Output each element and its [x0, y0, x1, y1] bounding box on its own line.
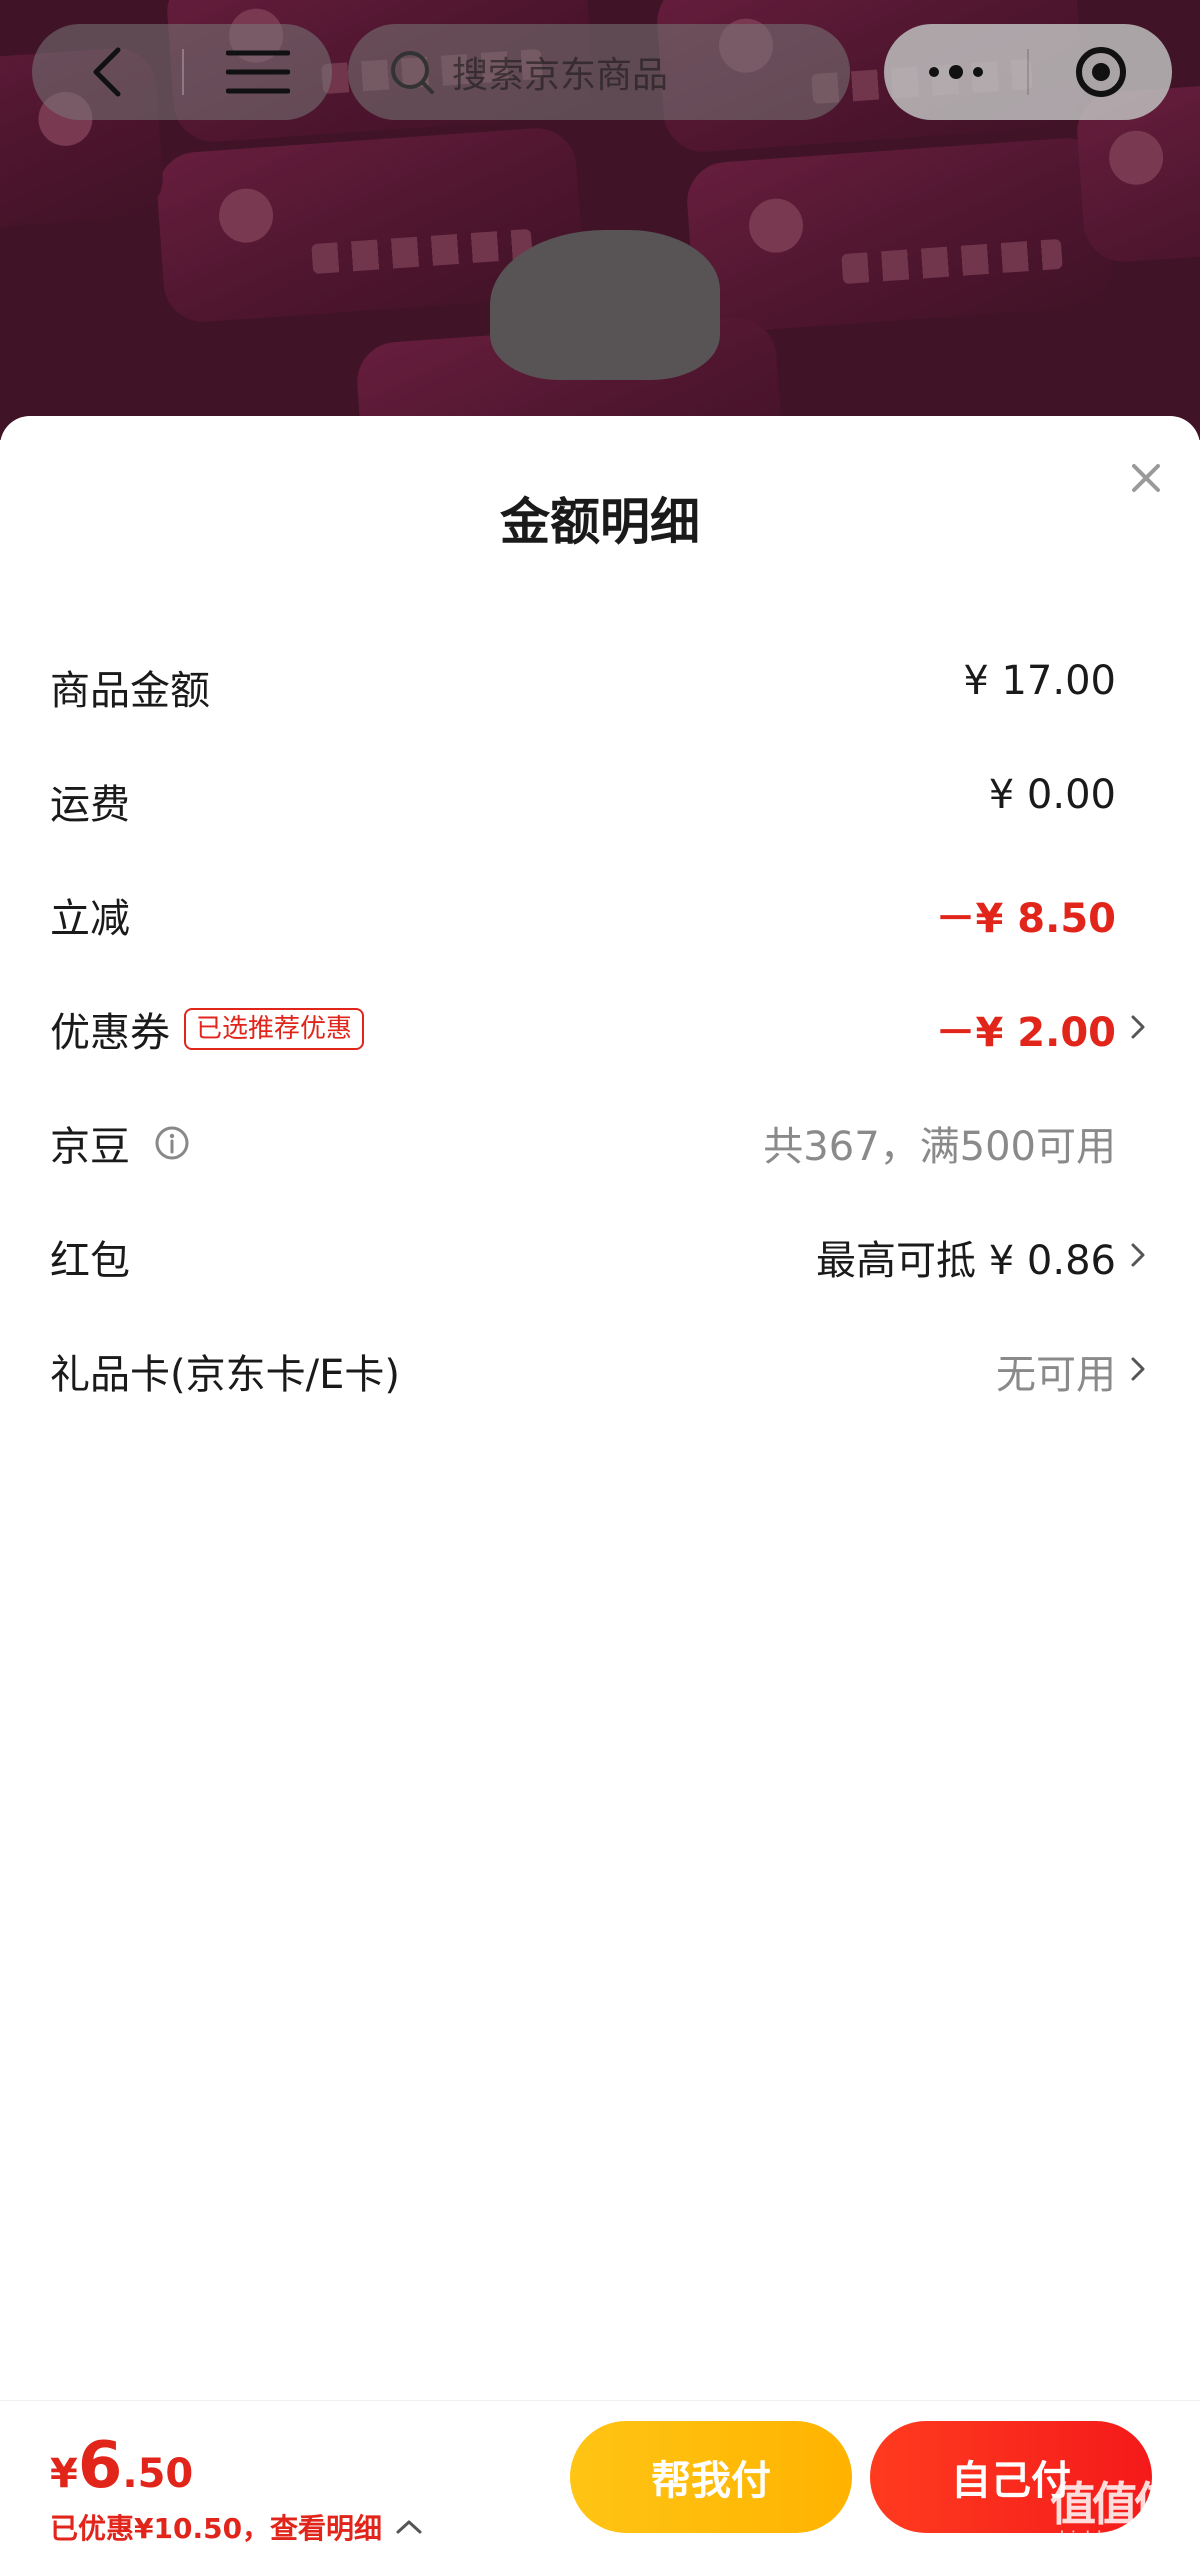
row-label: 京豆 [50, 1124, 130, 1170]
target-circle-icon [1075, 47, 1126, 97]
row-value: －¥ 8.50 [935, 896, 1116, 942]
hamburger-icon [226, 50, 290, 94]
row-value: 共367，满500可用 [763, 1124, 1116, 1170]
row-label: 立减 [50, 896, 130, 942]
chevron-right-icon [1131, 1243, 1145, 1267]
amount-detail-sheet: 金额明细 商品金额 ¥ 17.00 运费 ¥ 0.00 立减 －¥ 8.50 优… [0, 416, 1200, 2553]
row-goods-amount: 商品金额 ¥ 17.00 [0, 634, 1200, 734]
row-value: 最高可抵 ¥ 0.86 [816, 1238, 1116, 1284]
nav-capsule [32, 24, 332, 120]
watermark: 值值值 zhizhizhi.com [1050, 2468, 1200, 2553]
more-dots-icon [928, 65, 983, 79]
row-value: ¥ 0.00 [988, 772, 1116, 818]
chevron-right-icon [1131, 1357, 1145, 1381]
chevron-left-icon [93, 47, 121, 97]
saved-text: 已优惠¥10.50，查看明细 [50, 2512, 383, 2545]
price-currency: ¥ [50, 2451, 78, 2497]
mini-program-capsule [884, 24, 1172, 120]
search-icon [391, 51, 434, 94]
price-integer: 6 [77, 2429, 123, 2503]
row-label: 礼品卡(京东卡/E卡) [50, 1352, 400, 1398]
watermark-mark: 值值值 [1050, 2477, 1180, 2531]
back-button[interactable] [32, 24, 182, 120]
row-value: －¥ 2.00 [935, 1010, 1116, 1056]
more-button[interactable] [884, 24, 1027, 120]
payment-bar: ¥6.50 已优惠¥10.50，查看明细 帮我付 自己付 [0, 2400, 1200, 2553]
recommended-coupon-badge: 已选推荐优惠 [184, 1008, 365, 1050]
row-coupon[interactable]: 优惠券 已选推荐优惠 －¥ 2.00 [0, 976, 1200, 1076]
row-label: 红包 [50, 1238, 130, 1284]
close-button[interactable] [1126, 458, 1166, 498]
row-gift-card[interactable]: 礼品卡(京东卡/E卡) 无可用 [0, 1318, 1200, 1418]
row-shipping: 运费 ¥ 0.00 [0, 748, 1200, 848]
view-detail-link[interactable]: 已优惠¥10.50，查看明细 [50, 2507, 424, 2547]
search-input[interactable]: 搜索京东商品 [348, 24, 850, 120]
chevron-up-icon [396, 2520, 422, 2534]
row-label: 优惠券 [50, 1010, 170, 1056]
close-icon [1132, 464, 1160, 492]
watermark-url: zhizhizhi.com [1050, 2528, 1172, 2549]
row-jd-beans: 京豆 共367，满500可用 [0, 1090, 1200, 1190]
row-label: 运费 [50, 782, 130, 828]
close-mini-program-button[interactable] [1029, 24, 1172, 120]
total-price: ¥6.50 [50, 2429, 193, 2503]
row-value: 无可用 [996, 1352, 1116, 1398]
search-placeholder: 搜索京东商品 [452, 55, 669, 96]
row-red-packet[interactable]: 红包 最高可抵 ¥ 0.86 [0, 1204, 1200, 1304]
help-me-pay-button[interactable]: 帮我付 [570, 2421, 852, 2533]
chevron-right-icon [1131, 1015, 1145, 1039]
sheet-title: 金额明细 [500, 493, 700, 551]
row-value: ¥ 17.00 [963, 658, 1116, 704]
price-decimal: .50 [122, 2451, 194, 2497]
row-instant-discount: 立减 －¥ 8.50 [0, 862, 1200, 962]
row-label: 商品金额 [50, 668, 210, 714]
menu-button[interactable] [184, 24, 332, 120]
info-icon[interactable] [154, 1125, 190, 1161]
